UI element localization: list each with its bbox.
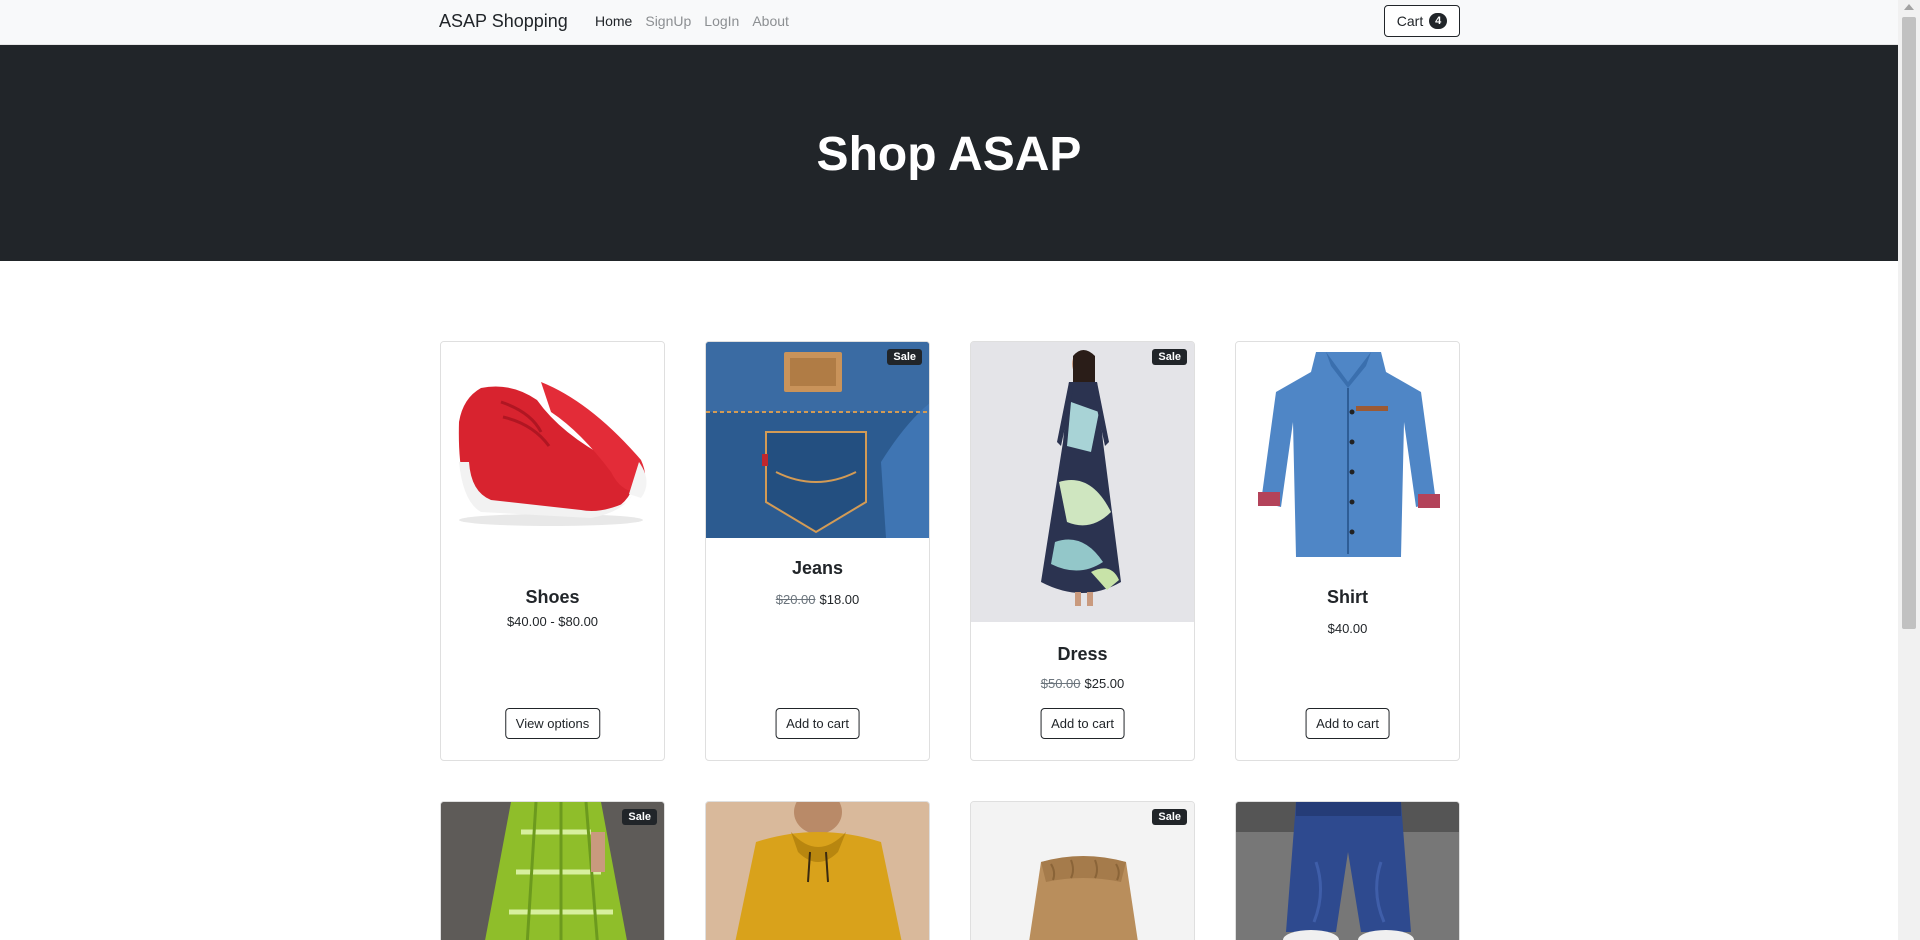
cart-label: Cart: [1396, 13, 1424, 29]
add-to-cart-button[interactable]: Add to cart: [1040, 708, 1125, 739]
navbar: ASAP Shopping Home SignUp LogIn About Ca…: [0, 0, 1898, 45]
product-card-shoes: Shoes $40.00 - $80.00 View options: [440, 341, 665, 761]
product-image-shoes: [441, 342, 664, 538]
price-value: $18.00: [819, 592, 860, 607]
product-price: $40.00: [1236, 621, 1459, 636]
product-card-dress: Sale Dress $50.00 $25.00 Add to cart: [970, 341, 1195, 761]
cart-button[interactable]: Cart 4: [1384, 5, 1460, 37]
hero-banner: Shop ASAP: [0, 45, 1898, 261]
product-title[interactable]: Jeans: [706, 558, 929, 579]
product-image-hoodie: [706, 802, 929, 940]
product-image-joggers: [1236, 802, 1459, 940]
product-title[interactable]: Shirt: [1236, 587, 1459, 608]
product-price: $40.00 - $80.00: [441, 614, 664, 629]
scroll-up-arrow-icon[interactable]: [1904, 4, 1914, 10]
nav-link-login[interactable]: LogIn: [704, 13, 739, 29]
add-to-cart-button[interactable]: Add to cart: [775, 708, 860, 739]
price-value: $40.00: [1327, 621, 1368, 636]
sale-badge: Sale: [622, 809, 657, 825]
scrollbar-thumb[interactable]: [1902, 17, 1916, 629]
product-card-hoodie: [705, 801, 930, 940]
nav-link-signup[interactable]: SignUp: [645, 13, 691, 29]
product-image-shirt: [1236, 342, 1459, 570]
product-card-skirt: Sale: [440, 801, 665, 940]
vertical-scrollbar[interactable]: [1898, 0, 1920, 940]
product-card-jeans: Sale Jeans $20.00 $18.00 Add to cart: [705, 341, 930, 761]
view-options-button[interactable]: View options: [504, 708, 601, 739]
product-image-dress: [971, 342, 1194, 622]
nav-link-about[interactable]: About: [752, 13, 789, 29]
product-title[interactable]: Dress: [971, 644, 1194, 665]
product-card-shirt: Shirt $40.00 Add to cart: [1235, 341, 1460, 761]
old-price: $20.00: [775, 592, 816, 607]
product-title[interactable]: Shoes: [441, 587, 664, 608]
product-card-pants: Sale: [970, 801, 1195, 940]
sale-badge: Sale: [1152, 349, 1187, 365]
nav-links: Home SignUp LogIn About: [595, 13, 789, 29]
price-value: $40.00 - $80.00: [506, 614, 599, 629]
product-card-joggers: [1235, 801, 1460, 940]
product-image-jeans: [706, 342, 929, 538]
price-value: $25.00: [1084, 676, 1125, 691]
sale-badge: Sale: [887, 349, 922, 365]
product-price: $50.00 $25.00: [971, 676, 1194, 691]
hero-title: Shop ASAP: [816, 128, 1082, 181]
cart-count-badge: 4: [1429, 13, 1448, 29]
nav-link-home[interactable]: Home: [595, 13, 632, 29]
brand-logo[interactable]: ASAP Shopping: [439, 11, 568, 32]
add-to-cart-button[interactable]: Add to cart: [1305, 708, 1390, 739]
sale-badge: Sale: [1152, 809, 1187, 825]
product-price: $20.00 $18.00: [706, 592, 929, 607]
old-price: $50.00: [1040, 676, 1081, 691]
